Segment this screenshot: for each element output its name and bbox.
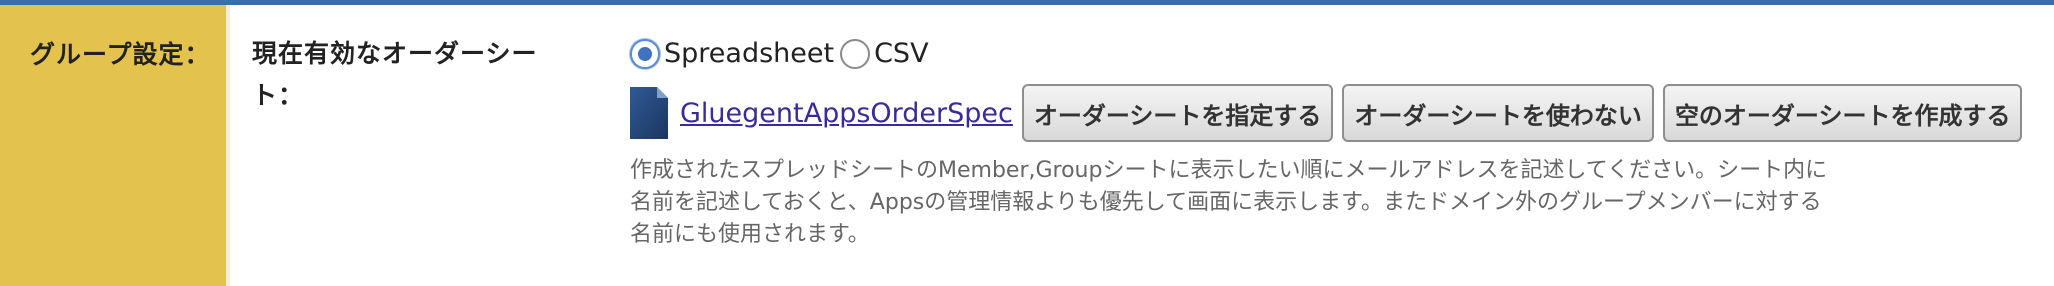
- document-icon: [630, 87, 668, 139]
- format-radio-group: Spreadsheet CSV: [630, 38, 935, 69]
- specify-order-sheet-button[interactable]: オーダーシートを指定する: [1021, 84, 1334, 142]
- radio-option-csv[interactable]: CSV: [840, 38, 929, 69]
- radio-spreadsheet-label: Spreadsheet: [664, 38, 835, 69]
- help-text-line3: 名前にも使用されます。: [630, 222, 870, 247]
- order-sheet-row: GluegentAppsOrderSpec オーダーシートを指定する オーダーシ…: [630, 84, 2031, 142]
- order-sheet-link[interactable]: GluegentAppsOrderSpec: [680, 98, 1013, 129]
- field-label: 現在有効なオーダーシー ト：: [252, 33, 572, 117]
- radio-csv-label: CSV: [874, 38, 929, 69]
- field-label-line2: ト：: [252, 81, 305, 110]
- top-border: [0, 0, 2054, 5]
- help-text-line2: 名前を記述しておくと、Appsの管理情報よりも優先して画面に表示します。またドメ…: [630, 190, 1822, 215]
- help-text-line1: 作成されたスプレッドシートのMember,Groupシートに表示したい順にメール…: [630, 158, 1828, 183]
- help-text: 作成されたスプレッドシートのMember,Groupシートに表示したい順にメール…: [630, 155, 1950, 251]
- section-label: グループ設定：: [0, 5, 226, 286]
- radio-option-spreadsheet[interactable]: Spreadsheet: [630, 38, 834, 69]
- label-divider: [226, 5, 230, 286]
- radio-csv[interactable]: [840, 38, 871, 69]
- radio-spreadsheet[interactable]: [630, 38, 660, 69]
- field-label-line1: 現在有効なオーダーシー: [252, 39, 538, 68]
- create-empty-order-sheet-button[interactable]: 空のオーダーシートを作成する: [1662, 84, 2023, 142]
- dont-use-order-sheet-button[interactable]: オーダーシートを使わない: [1342, 84, 1654, 142]
